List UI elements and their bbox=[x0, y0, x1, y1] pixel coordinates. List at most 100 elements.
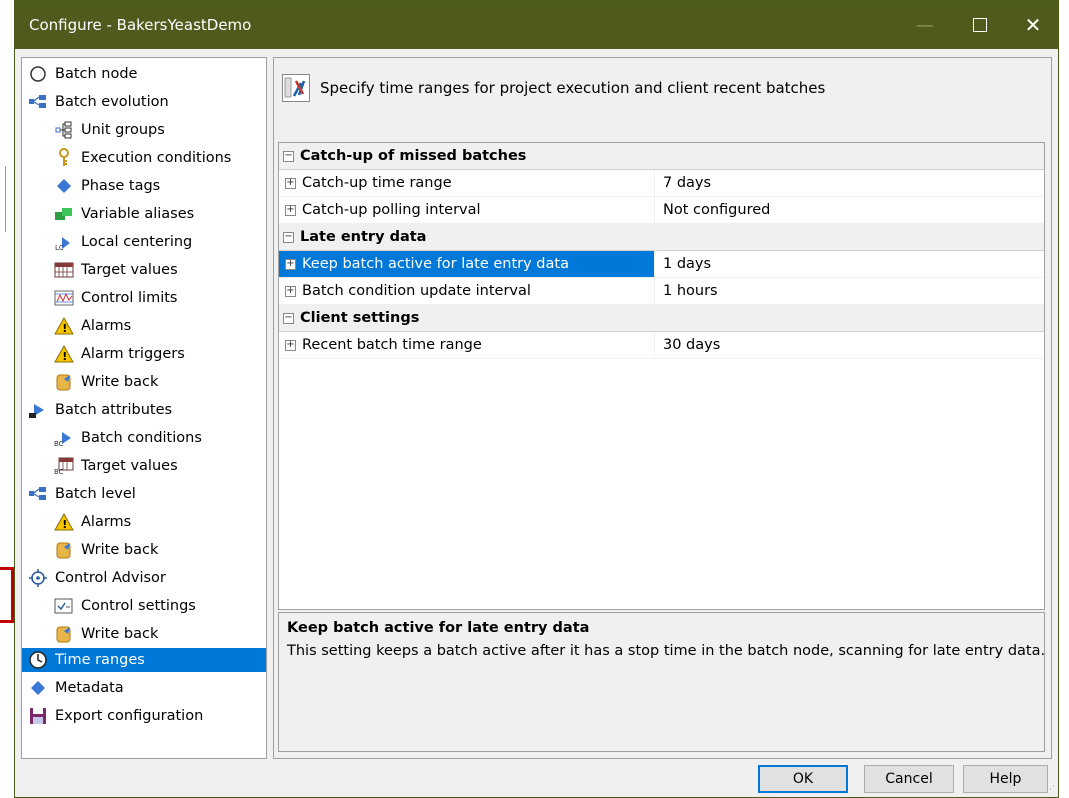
description-panel: Keep batch active for late entry data Th… bbox=[278, 612, 1045, 752]
local-centering-icon: LC bbox=[54, 232, 74, 252]
batch-conditions-icon: BC bbox=[54, 428, 74, 448]
svg-text:!: ! bbox=[62, 350, 67, 363]
bc-target-icon: BC bbox=[54, 456, 74, 476]
diamond-icon bbox=[28, 678, 48, 698]
expand-icon[interactable]: + bbox=[285, 177, 296, 189]
section-title: Late entry data bbox=[300, 229, 427, 245]
red-highlight-mark bbox=[0, 567, 14, 623]
diamond-icon bbox=[54, 176, 74, 196]
write-back-icon bbox=[54, 624, 74, 644]
property-name: Catch-up polling interval bbox=[302, 202, 481, 218]
background-mark bbox=[0, 166, 6, 232]
tree-item-target-values[interactable]: Target values bbox=[54, 258, 254, 282]
maximize-icon bbox=[973, 18, 987, 32]
section-title: Client settings bbox=[300, 310, 420, 326]
minimize-button[interactable]: — bbox=[902, 1, 948, 49]
svg-text:LC: LC bbox=[55, 244, 64, 251]
background-strip bbox=[0, 0, 14, 798]
collapse-icon[interactable]: − bbox=[283, 312, 294, 324]
property-grid: − Catch-up of missed batches + Catch-up t… bbox=[278, 142, 1045, 610]
collapse-icon[interactable]: − bbox=[283, 231, 294, 243]
tree-item-batch-node[interactable]: Batch node bbox=[28, 62, 258, 86]
tree-item-alarm-triggers[interactable]: ! Alarm triggers bbox=[54, 342, 254, 366]
maximize-button[interactable] bbox=[957, 1, 1003, 49]
close-button[interactable]: ✕ bbox=[1010, 1, 1056, 49]
circle-node-icon bbox=[28, 64, 48, 84]
property-value[interactable]: Not configured bbox=[654, 197, 1044, 223]
property-name: Recent batch time range bbox=[302, 337, 482, 353]
tree-item-control-advisor[interactable]: Control Advisor bbox=[28, 566, 258, 590]
property-value[interactable]: 7 days bbox=[654, 170, 1044, 196]
tree-item-metadata[interactable]: Metadata bbox=[28, 676, 258, 700]
panel-header-text: Specify time ranges for project executio… bbox=[320, 79, 826, 97]
expand-icon[interactable]: + bbox=[285, 285, 296, 297]
ok-button[interactable]: OK bbox=[758, 765, 848, 793]
tree-item-batch-level-write-back[interactable]: Write back bbox=[54, 538, 254, 562]
close-icon: ✕ bbox=[1024, 13, 1042, 37]
tree-item-batch-conditions[interactable]: BC Batch conditions bbox=[54, 426, 254, 450]
description-title: Keep batch active for late entry data bbox=[287, 620, 590, 636]
property-row[interactable]: + Catch-up time range 7 days bbox=[279, 170, 1044, 197]
property-name: Batch condition update interval bbox=[302, 283, 531, 299]
collapse-icon[interactable]: − bbox=[283, 150, 294, 162]
evolution-icon bbox=[28, 484, 48, 504]
checkbox-icon bbox=[54, 596, 74, 616]
section-title: Catch-up of missed batches bbox=[300, 148, 527, 164]
expand-icon[interactable]: + bbox=[285, 258, 296, 270]
property-row[interactable]: + Batch condition update interval 1 hours bbox=[279, 278, 1044, 305]
configure-dialog: Configure - BakersYeastDemo — ✕ Batch no… bbox=[14, 0, 1059, 798]
tree-item-control-limits[interactable]: Control limits bbox=[54, 286, 254, 310]
tree-item-batch-level[interactable]: Batch level bbox=[28, 482, 258, 506]
section-client-settings[interactable]: − Client settings bbox=[279, 305, 1044, 332]
tree-item-alarms[interactable]: ! Alarms bbox=[54, 314, 254, 338]
tree-item-write-back[interactable]: Write back bbox=[54, 370, 254, 394]
warning-icon: ! bbox=[54, 344, 74, 364]
grid-target-icon bbox=[54, 260, 74, 280]
tree-item-control-settings[interactable]: Control settings bbox=[54, 594, 254, 618]
expand-icon[interactable]: + bbox=[285, 204, 296, 216]
resize-grip-icon[interactable]: ⋰ bbox=[1046, 785, 1056, 795]
section-late-entry[interactable]: − Late entry data bbox=[279, 224, 1044, 251]
write-back-icon bbox=[54, 540, 74, 560]
property-row[interactable]: + Recent batch time range 30 days bbox=[279, 332, 1044, 359]
tree-item-unit-groups[interactable]: Unit groups bbox=[54, 118, 254, 142]
tree-item-bc-target-values[interactable]: BC Target values bbox=[54, 454, 254, 478]
tree-item-batch-attributes[interactable]: Batch attributes bbox=[28, 398, 258, 422]
aliases-icon bbox=[54, 204, 74, 224]
svg-text:BC: BC bbox=[54, 440, 64, 447]
warning-icon: ! bbox=[54, 316, 74, 336]
tree-item-execution-conditions[interactable]: Execution conditions bbox=[54, 146, 264, 170]
tree-item-local-centering[interactable]: LC Local centering bbox=[54, 230, 254, 254]
property-name: Keep batch active for late entry data bbox=[302, 256, 569, 272]
key-icon bbox=[54, 148, 74, 168]
tree-item-phase-tags[interactable]: Phase tags bbox=[54, 174, 254, 198]
tree-item-time-ranges[interactable]: Time ranges bbox=[22, 648, 266, 672]
title-bar[interactable]: Configure - BakersYeastDemo — ✕ bbox=[15, 1, 1058, 49]
property-name: Catch-up time range bbox=[302, 175, 452, 191]
unit-groups-icon bbox=[54, 120, 74, 140]
tree-item-variable-aliases[interactable]: Variable aliases bbox=[54, 202, 254, 226]
expand-icon[interactable]: + bbox=[285, 339, 296, 351]
settings-panel: Specify time ranges for project executio… bbox=[273, 57, 1052, 759]
property-value[interactable]: 1 days bbox=[654, 251, 1044, 277]
property-row-selected[interactable]: + Keep batch active for late entry data 1… bbox=[279, 251, 1044, 278]
navigation-tree: Batch node Batch evolution Unit groups E… bbox=[21, 57, 267, 759]
property-row[interactable]: + Catch-up polling interval Not configure… bbox=[279, 197, 1044, 224]
help-button[interactable]: Help bbox=[963, 765, 1048, 793]
section-catch-up[interactable]: − Catch-up of missed batches bbox=[279, 143, 1044, 170]
window-title: Configure - BakersYeastDemo bbox=[29, 16, 252, 34]
tree-item-export-configuration[interactable]: Export configuration bbox=[28, 704, 258, 728]
control-limits-icon bbox=[54, 288, 74, 308]
tree-item-control-advisor-write-back[interactable]: Write back bbox=[54, 622, 254, 646]
batch-attributes-icon bbox=[28, 400, 48, 420]
tree-item-batch-level-alarms[interactable]: ! Alarms bbox=[54, 510, 254, 534]
tree-item-batch-evolution[interactable]: Batch evolution bbox=[28, 90, 258, 114]
property-value[interactable]: 30 days bbox=[654, 332, 1044, 358]
settings-header-icon bbox=[282, 74, 310, 102]
evolution-icon bbox=[28, 92, 48, 112]
cancel-button[interactable]: Cancel bbox=[864, 765, 954, 793]
property-value[interactable]: 1 hours bbox=[654, 278, 1044, 304]
svg-text:!: ! bbox=[62, 322, 67, 335]
write-back-icon bbox=[54, 372, 74, 392]
clock-icon bbox=[28, 650, 48, 670]
